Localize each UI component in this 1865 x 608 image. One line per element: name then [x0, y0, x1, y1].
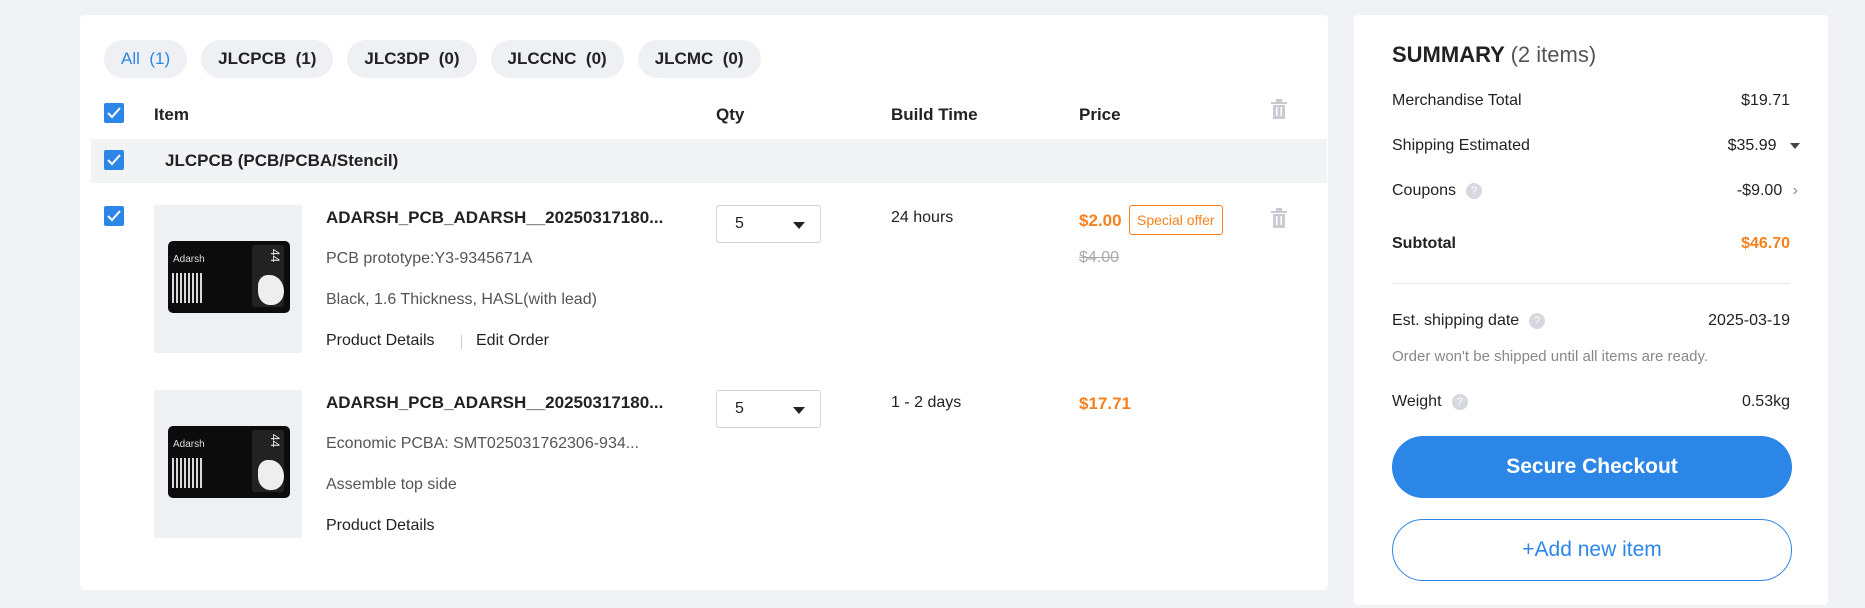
check-icon — [107, 210, 121, 222]
tab-count: (1) — [295, 49, 317, 68]
item-price: $17.71 — [1079, 394, 1131, 413]
divider — [461, 335, 462, 349]
check-icon — [107, 154, 121, 166]
item-price: $2.00 — [1079, 211, 1122, 230]
delete-item-trash-icon[interactable] — [1270, 208, 1288, 233]
board-name: Adarsh — [173, 439, 205, 450]
coupons-value: -$9.00 — [1736, 182, 1783, 199]
weight-value: 0.53kg — [1741, 393, 1790, 410]
pcb-image: Adarsh 44 — [168, 426, 290, 498]
merchandise-total-value: $19.71 — [1741, 92, 1790, 109]
product-thumbnail[interactable]: Adarsh 44 — [154, 390, 302, 538]
tab-label: JLCCNC — [507, 49, 577, 68]
product-thumbnail[interactable]: Adarsh 44 — [154, 205, 302, 353]
pcb-image: Adarsh 44 — [168, 241, 290, 313]
coupons-link[interactable]: -$9.00 › — [1737, 182, 1798, 200]
tab-label: All — [121, 49, 140, 68]
item-options: Assemble top side — [326, 476, 457, 493]
shipping-date-label: Est. shipping date — [1392, 312, 1520, 329]
tab-count: (0) — [438, 49, 460, 68]
item-options: Black, 1.6 Thickness, HASL(with lead) — [326, 291, 597, 308]
coupons-label: Coupons — [1392, 182, 1457, 199]
shipping-label: Shipping Estimated — [1392, 137, 1530, 154]
merchandise-total-label: Merchandise Total — [1392, 92, 1522, 109]
build-time: 24 hours — [891, 209, 954, 226]
tab-jlccnc[interactable]: JLCCNC (0) — [490, 40, 624, 78]
check-icon — [107, 107, 121, 119]
divider — [1392, 283, 1790, 284]
summary-title: SUMMARY (2 items) — [1392, 42, 1596, 68]
product-details-link[interactable]: Product Details — [326, 517, 435, 535]
quantity-select[interactable]: 5 — [716, 390, 821, 428]
caret-down-icon — [1790, 142, 1800, 149]
subtotal-value: $46.70 — [1741, 235, 1790, 252]
shipping-value: $35.99 — [1727, 137, 1777, 154]
column-header-build-time: Build Time — [891, 105, 978, 124]
select-all-checkbox[interactable] — [104, 103, 124, 123]
quantity-value: 5 — [735, 400, 744, 417]
quantity-select[interactable]: 5 — [716, 205, 821, 243]
tab-all[interactable]: All (1) — [104, 40, 188, 78]
column-header-item: Item — [154, 105, 189, 124]
column-header-price: Price — [1079, 105, 1121, 124]
group-title: JLCPCB (PCB/PCBA/Stencil) — [165, 151, 399, 170]
tab-jlcmc[interactable]: JLCMC (0) — [637, 40, 761, 78]
add-new-item-button[interactable]: +Add new item — [1392, 519, 1792, 581]
build-time: 1 - 2 days — [891, 394, 962, 411]
tab-label: JLCPCB — [218, 49, 287, 68]
tab-jlc3dp[interactable]: JLC3DP (0) — [347, 40, 477, 78]
item-title[interactable]: ADARSH_PCB_ADARSH__20250317180... — [326, 393, 663, 413]
item-spec: PCB prototype:Y3-9345671A — [326, 250, 533, 267]
help-icon[interactable]: ? — [1451, 393, 1468, 410]
category-tabs: All (1) JLCPCB (1) JLC3DP (0) JLCCNC (0)… — [104, 40, 761, 78]
tab-label: JLC3DP — [364, 49, 430, 68]
logo-icon — [258, 460, 284, 490]
tab-jlcpcb[interactable]: JLCPCB (1) — [201, 40, 334, 78]
board-name: Adarsh — [173, 254, 205, 265]
original-price: $4.00 — [1079, 249, 1120, 266]
summary-heading: SUMMARY — [1392, 42, 1505, 67]
group-checkbox[interactable] — [104, 150, 124, 170]
item-title[interactable]: ADARSH_PCB_ADARSH__20250317180... — [326, 208, 663, 228]
help-icon[interactable]: ? — [1466, 182, 1483, 199]
logo-icon — [258, 275, 284, 305]
order-summary-panel: SUMMARY (2 items) Merchandise Total $19.… — [1354, 15, 1828, 605]
column-header-qty: Qty — [716, 105, 745, 124]
secure-checkout-button[interactable]: Secure Checkout — [1392, 436, 1792, 498]
shipping-date-value: 2025-03-19 — [1708, 312, 1790, 329]
special-offer-badge: Special offer — [1129, 205, 1223, 235]
shipping-estimate-dropdown[interactable]: $35.99 — [1728, 137, 1800, 155]
edit-order-link[interactable]: Edit Order — [476, 332, 549, 350]
cart-panel: All (1) JLCPCB (1) JLC3DP (0) JLCCNC (0)… — [80, 15, 1328, 590]
delete-all-trash-icon[interactable] — [1270, 99, 1288, 124]
qr-code-icon — [172, 273, 202, 303]
tab-count: (0) — [585, 49, 607, 68]
item-spec: Economic PCBA: SMT025031762306-934... — [326, 435, 640, 452]
shipping-note: Order won't be shipped until all items a… — [1392, 348, 1709, 365]
qr-code-icon — [172, 458, 202, 488]
summary-count: (2 items) — [1510, 42, 1597, 67]
tab-label: JLCMC — [654, 49, 714, 68]
caret-down-icon — [793, 222, 805, 229]
board-number: 44 — [268, 249, 282, 263]
shipping-date-row: Est. shipping date? — [1392, 312, 1546, 330]
product-details-link[interactable]: Product Details — [326, 332, 435, 350]
tab-count: (1) — [149, 49, 171, 68]
weight-label: Weight — [1392, 393, 1442, 410]
weight-row: Weight? — [1392, 393, 1468, 411]
chevron-right-icon: › — [1792, 182, 1798, 199]
group-row: JLCPCB (PCB/PCBA/Stencil) — [91, 139, 1327, 183]
caret-down-icon — [793, 407, 805, 414]
coupons-row: Coupons? — [1392, 182, 1483, 200]
quantity-value: 5 — [735, 215, 744, 232]
help-icon[interactable]: ? — [1529, 312, 1546, 329]
tab-count: (0) — [722, 49, 744, 68]
subtotal-label: Subtotal — [1392, 235, 1456, 252]
board-number: 44 — [268, 434, 282, 448]
item-checkbox[interactable] — [104, 206, 124, 226]
